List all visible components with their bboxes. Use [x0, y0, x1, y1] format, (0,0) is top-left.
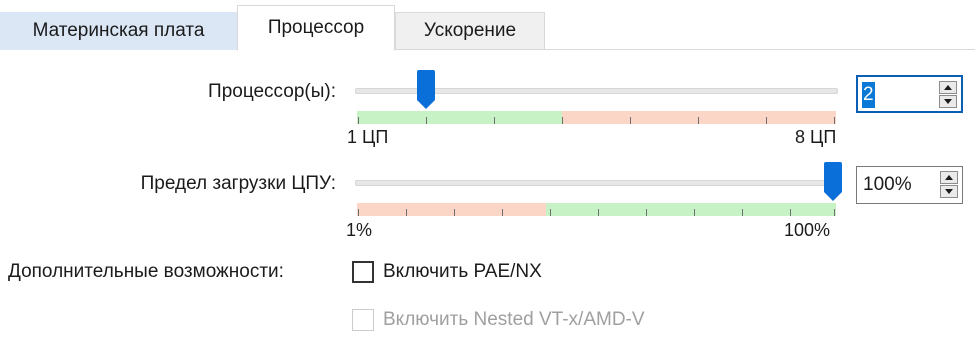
tab-strip: Материнская плата Процессор Ускорение [0, 0, 975, 51]
tab-acceleration[interactable]: Ускорение [395, 12, 545, 50]
cpu-cap-tick [646, 209, 647, 216]
cpu-count-min-label: 1 ЦП [347, 127, 389, 147]
cpu-cap-spin-buttons [940, 171, 958, 199]
cpu-cap-decrease-button[interactable] [940, 185, 958, 198]
cpu-cap-min-label: 1% [346, 220, 373, 240]
cpu-count-tick [834, 117, 835, 124]
tab-acceleration-label: Ускорение [423, 20, 517, 41]
cpu-count-tick [358, 117, 359, 124]
cpu-count-safe-zone [357, 111, 562, 124]
tab-motherboard-label: Материнская плата [32, 20, 205, 41]
pae-nx-label[interactable]: Включить PAE/NX [383, 261, 542, 283]
tab-processor-label: Процессор [267, 17, 365, 38]
arrow-up-icon [944, 85, 952, 90]
tab-processor[interactable]: Процессор [237, 5, 395, 51]
cpu-count-tick [698, 117, 699, 124]
cpu-count-max-label: 8 ЦП [795, 127, 837, 147]
cpu-cap-tick [550, 209, 551, 216]
tab-motherboard[interactable]: Материнская плата [0, 12, 237, 50]
cpu-cap-increase-button[interactable] [940, 171, 958, 184]
cpu-cap-tick [742, 209, 743, 216]
extended-features-label: Дополнительные возможности: [8, 261, 284, 282]
cpu-count-tick [426, 117, 427, 124]
cpu-cap-tick [454, 209, 455, 216]
cpu-cap-tick [358, 209, 359, 216]
cpu-count-spinbox[interactable]: 2 [856, 75, 963, 113]
arrow-down-icon [945, 189, 953, 194]
cpu-cap-tick [834, 209, 835, 216]
arrow-up-icon [945, 175, 953, 180]
pae-nx-checkbox[interactable] [352, 261, 374, 283]
cpu-cap-tick [694, 209, 695, 216]
cpu-count-slider-thumb-icon[interactable] [416, 70, 436, 110]
cpu-count-label: Процессор(ы): [208, 81, 336, 102]
cpu-cap-spinbox[interactable]: 100% [856, 166, 963, 204]
cpu-count-increase-button[interactable] [939, 81, 957, 94]
cpu-cap-slider-thumb-icon[interactable] [823, 162, 843, 202]
cpu-cap-label: Предел загрузки ЦПУ: [140, 173, 336, 194]
cpu-count-tick [494, 117, 495, 124]
cpu-count-value[interactable]: 2 [862, 82, 875, 108]
cpu-cap-tick [502, 209, 503, 216]
cpu-cap-tick [790, 209, 791, 216]
cpu-count-spin-buttons [939, 81, 957, 109]
cpu-cap-tick [406, 209, 407, 216]
cpu-count-tick [630, 117, 631, 124]
cpu-cap-slider-track[interactable] [355, 180, 838, 186]
cpu-count-tick [766, 117, 767, 124]
cpu-cap-safe-zone [546, 203, 836, 216]
cpu-count-warning-zone [562, 111, 836, 124]
cpu-count-decrease-button[interactable] [939, 95, 957, 108]
cpu-cap-warning-zone [357, 203, 546, 216]
nested-vtx-label[interactable]: Включить Nested VT-x/AMD-V [383, 309, 645, 331]
cpu-cap-max-label: 100% [784, 220, 831, 240]
nested-vtx-checkbox[interactable] [352, 309, 374, 331]
arrow-down-icon [944, 99, 952, 104]
cpu-cap-value[interactable]: 100% [863, 167, 912, 203]
cpu-cap-tick [598, 209, 599, 216]
cpu-count-tick [562, 117, 563, 124]
